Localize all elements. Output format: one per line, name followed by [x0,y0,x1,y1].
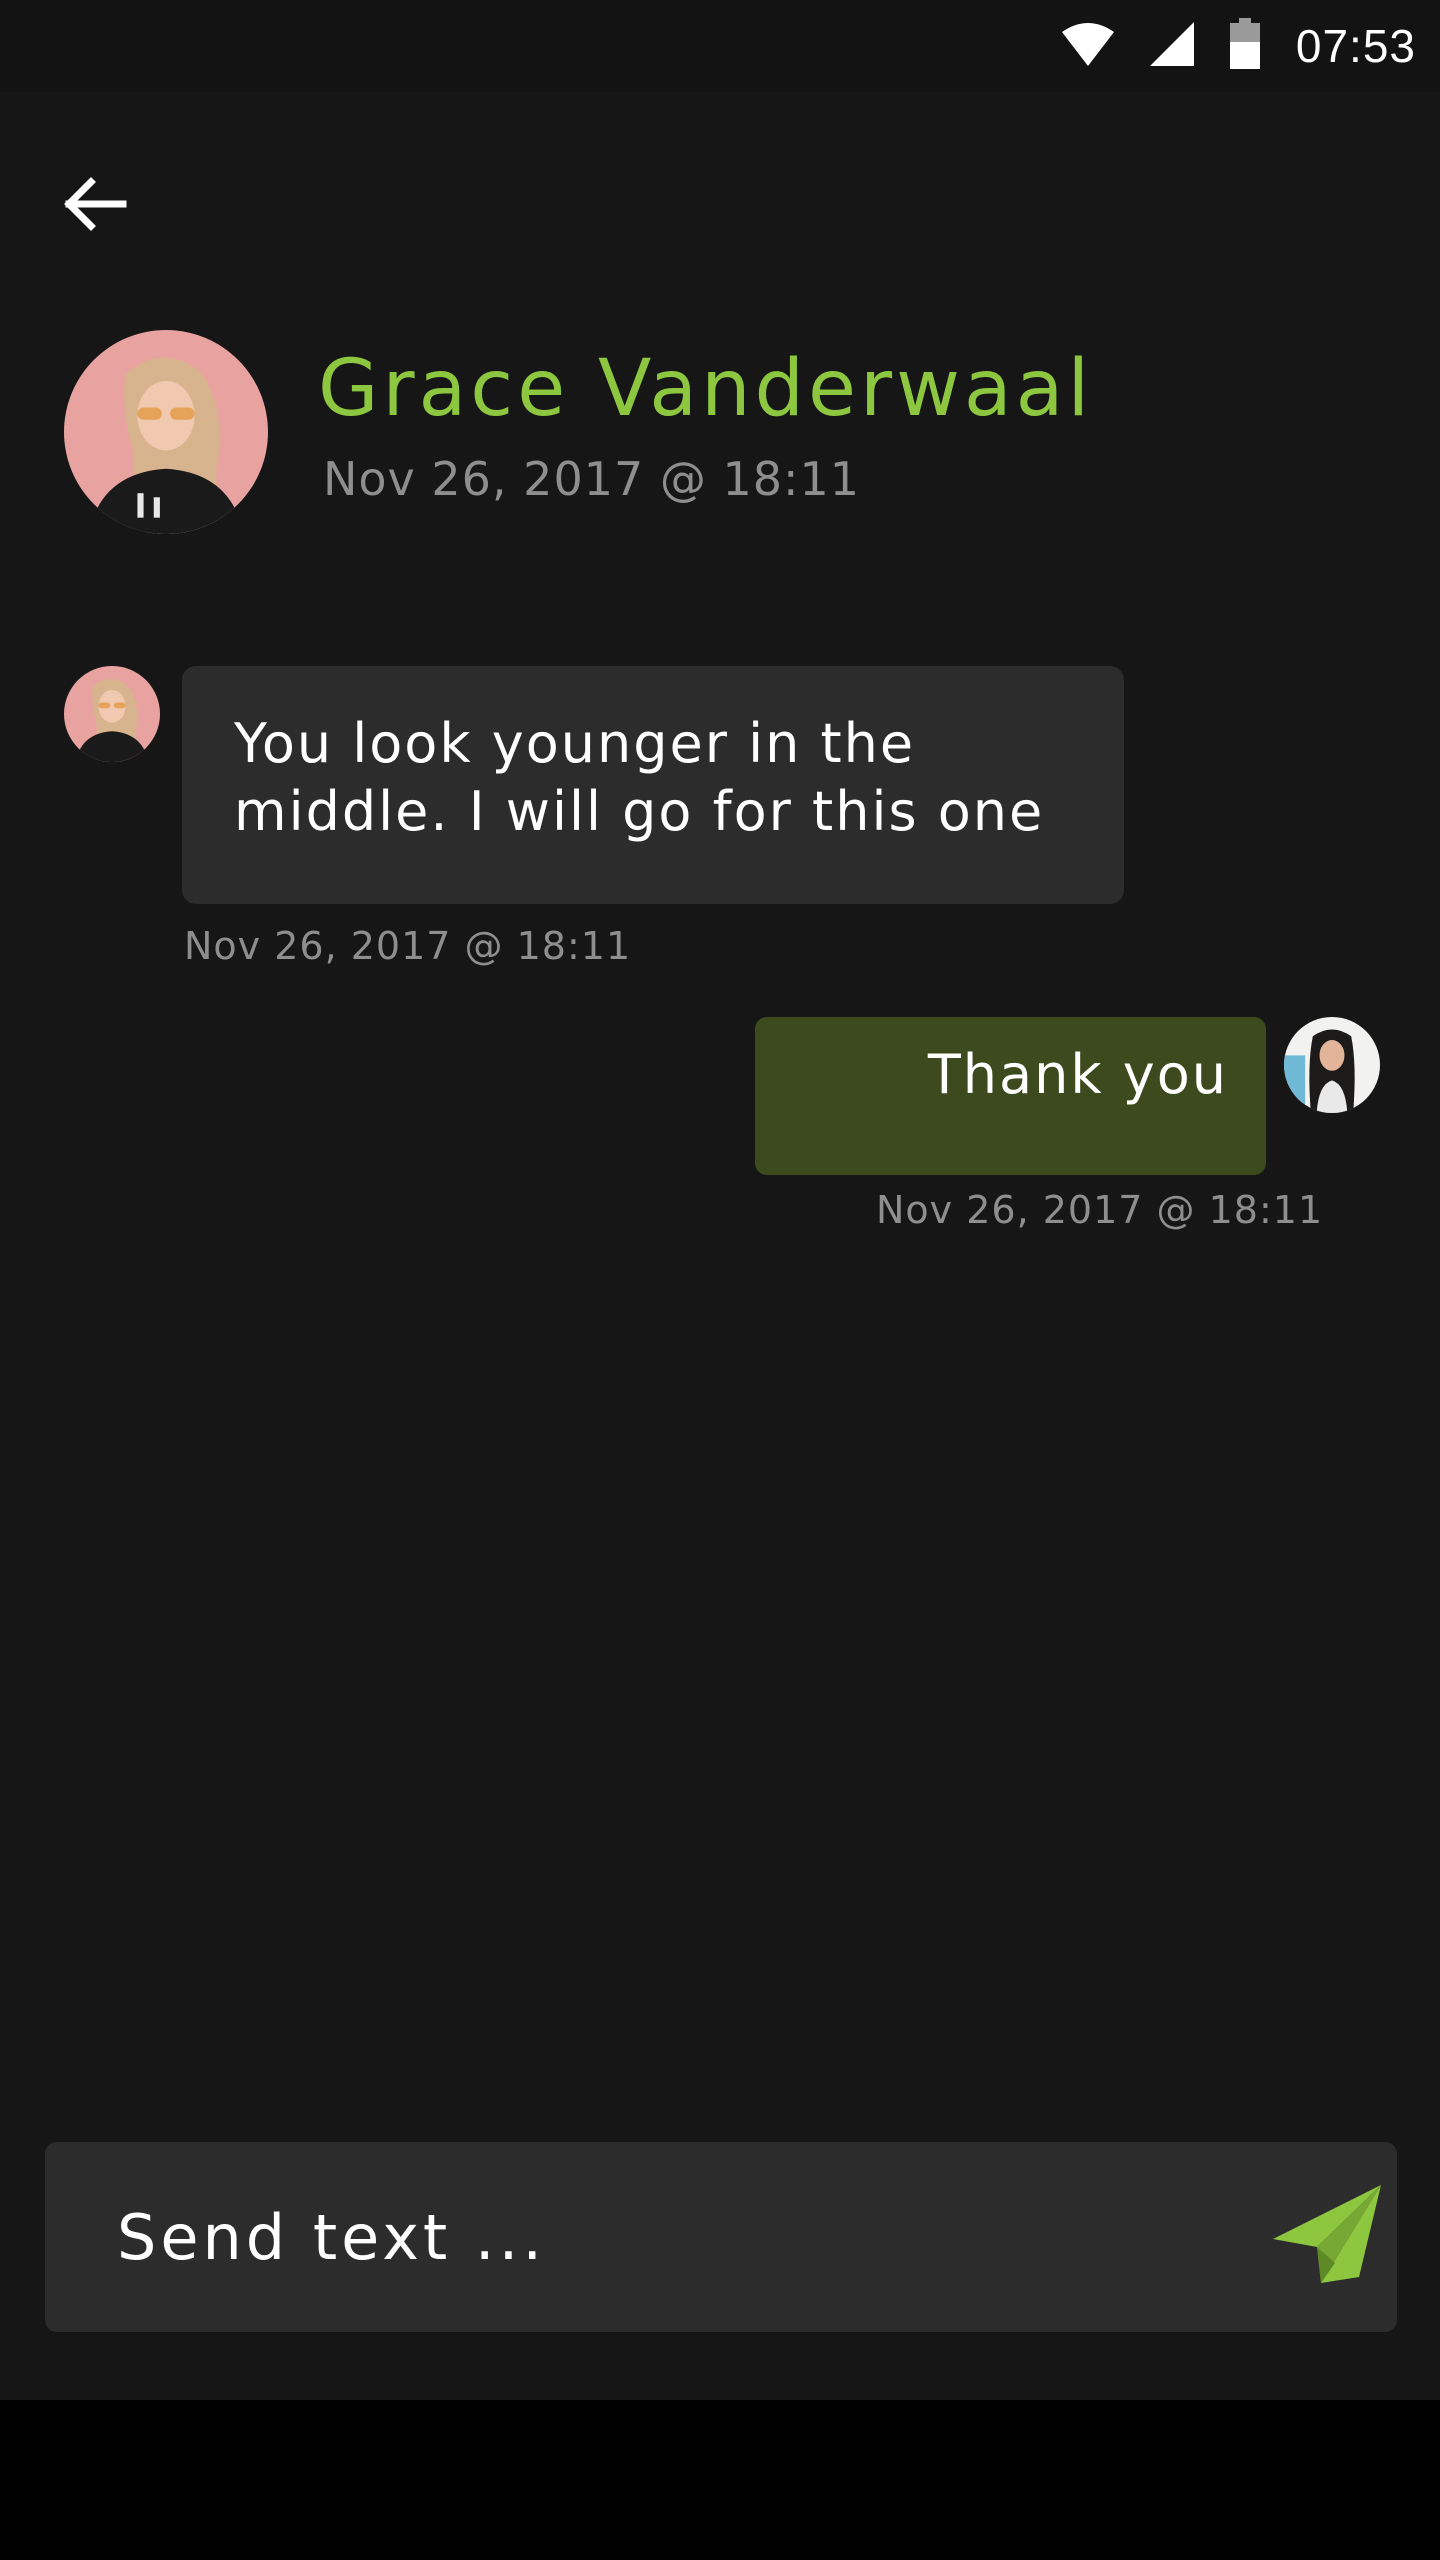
arrow-left-icon [61,174,127,238]
status-bar: 07:53 [0,0,1440,92]
contact-timestamp: Nov 26, 2017 @ 18:11 [323,452,861,506]
contact-avatar[interactable] [64,330,268,534]
message-input[interactable] [117,2142,1217,2332]
send-button[interactable] [1267,2182,1387,2292]
incoming-message-timestamp: Nov 26, 2017 @ 18:11 [184,924,632,968]
battery-icon [1228,18,1262,74]
wifi-icon [1060,20,1116,72]
message-text-line: You look younger in the [234,712,916,775]
system-navigation-bar [0,2400,1440,2560]
contact-name: Grace Vanderwaal [318,344,1094,434]
incoming-message-bubble[interactable]: You look younger in the middle. I will g… [182,666,1124,904]
outgoing-message-timestamp: Nov 26, 2017 @ 18:11 [876,1188,1324,1232]
incoming-message-avatar[interactable] [64,666,160,762]
cellular-signal-icon [1149,20,1194,72]
chat-screen: 07:53 Grace Vanderwaal Nov 26, 2017 @ 18… [0,0,1440,2400]
back-button[interactable] [54,166,134,246]
message-text-line: Thank you [927,1043,1228,1106]
message-text-line: middle. I will go for this one [234,780,1045,843]
status-icons: 07:53 [1060,0,1416,92]
paper-plane-icon [1271,2183,1383,2291]
status-time: 07:53 [1295,20,1416,72]
outgoing-message-bubble[interactable]: Thank you [755,1017,1266,1175]
message-composer [45,2142,1397,2332]
outgoing-message-avatar[interactable] [1284,1017,1380,1113]
